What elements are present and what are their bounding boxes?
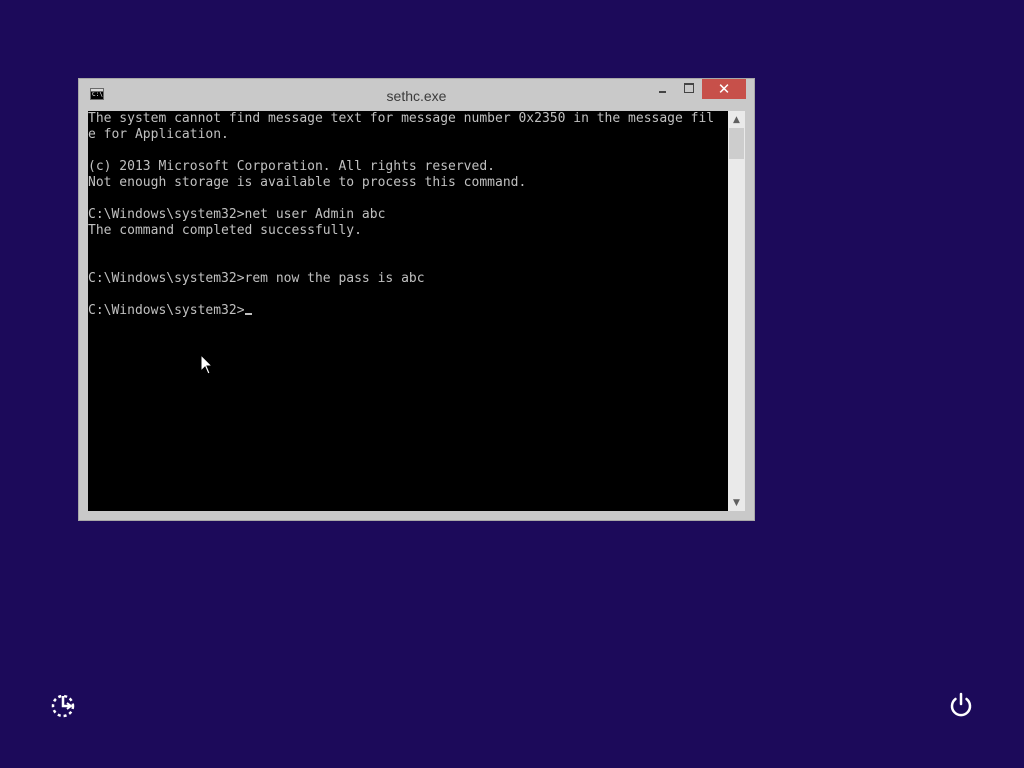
close-button[interactable]: ✕	[702, 79, 746, 99]
minimize-button[interactable]	[649, 79, 675, 99]
text-cursor	[244, 313, 252, 315]
scroll-thumb[interactable]	[729, 128, 744, 159]
scroll-down-button[interactable]: ▼	[728, 494, 745, 511]
ease-of-access-icon[interactable]	[48, 690, 78, 720]
scroll-up-button[interactable]: ▲	[728, 111, 745, 128]
console-line: Not enough storage is available to proce…	[88, 175, 527, 190]
maximize-icon	[684, 83, 694, 93]
console-line: C:\Windows\system32>rem now the pass is …	[88, 271, 425, 286]
mouse-pointer-icon	[200, 354, 214, 375]
command-prompt-window: C:\ sethc.exe ✕ The system cannot find m…	[78, 78, 755, 521]
close-icon: ✕	[717, 80, 731, 98]
console-output[interactable]: The system cannot find message text for …	[88, 111, 728, 511]
console-line: C:\Windows\system32>net user Admin abc	[88, 207, 386, 222]
console-line: The command completed successfully.	[88, 223, 362, 238]
power-icon[interactable]	[946, 690, 976, 720]
vertical-scrollbar[interactable]: ▲ ▼	[728, 111, 745, 511]
console-line: (c) 2013 Microsoft Corporation. All righ…	[88, 159, 495, 174]
console-line: The system cannot find message text for …	[88, 111, 715, 126]
title-bar[interactable]: C:\ sethc.exe ✕	[79, 79, 754, 111]
console-line: e for Application.	[88, 127, 229, 142]
prompt-text: C:\Windows\system32>	[88, 303, 245, 318]
maximize-button[interactable]	[676, 79, 702, 99]
console-prompt-line[interactable]: C:\Windows\system32>	[88, 303, 252, 319]
minimize-icon	[658, 91, 666, 93]
